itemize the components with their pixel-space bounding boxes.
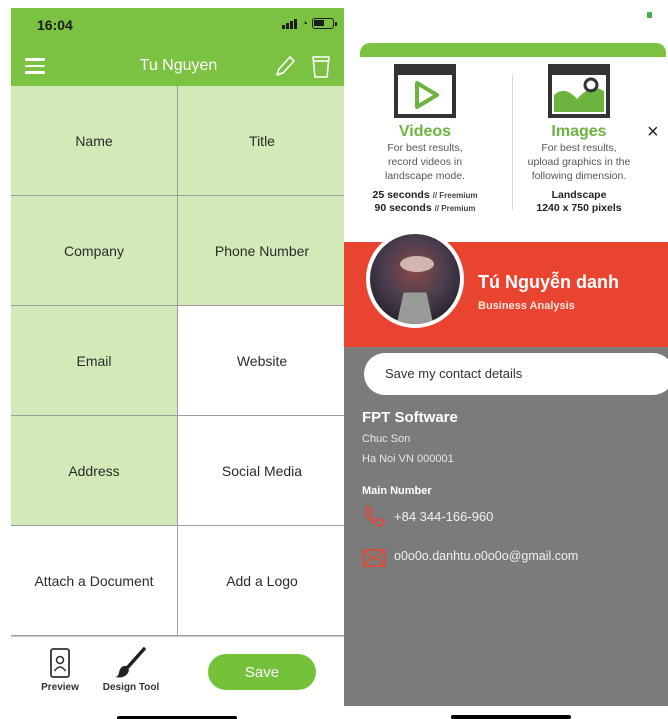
address-line-1: Chuc Son bbox=[362, 433, 411, 445]
video-play-icon bbox=[394, 64, 456, 118]
profile-name: Tú Nguyễn danh bbox=[478, 272, 619, 292]
field-attach-document[interactable]: Attach a Document bbox=[11, 526, 178, 636]
wifi-icon: ◔ bbox=[301, 17, 308, 30]
preview-button[interactable]: Preview bbox=[35, 647, 85, 693]
preview-label: Preview bbox=[41, 682, 79, 693]
address-line-2: Ha Noi VN 000001 bbox=[362, 453, 454, 465]
status-time: 16:04 bbox=[37, 17, 73, 33]
battery-icon bbox=[312, 18, 337, 29]
design-tool-label: Design Tool bbox=[102, 682, 160, 693]
videos-spec-freemium: 25 seconds // Freemium bbox=[372, 189, 478, 201]
field-grid: Name Title Company Phone Number Email We… bbox=[11, 86, 346, 636]
field-website[interactable]: Website bbox=[178, 306, 346, 416]
videos-info: Videos For best results, record videos i… bbox=[350, 63, 500, 215]
field-email[interactable]: Email bbox=[11, 306, 178, 416]
company-name: FPT Software bbox=[362, 409, 458, 426]
field-name[interactable]: Name bbox=[11, 86, 178, 196]
media-info-panel: Videos For best results, record videos i… bbox=[344, 57, 668, 243]
images-info: Images For best results, upload graphics… bbox=[504, 63, 654, 215]
avatar bbox=[366, 230, 464, 328]
paintbrush-icon bbox=[115, 647, 146, 678]
images-desc-2: upload graphics in the bbox=[527, 156, 631, 168]
status-bar: 16:04 ◔ bbox=[11, 8, 346, 46]
videos-desc-1: For best results, bbox=[387, 142, 463, 154]
field-social-media[interactable]: Social Media bbox=[178, 416, 346, 526]
images-desc-3: following dimension. bbox=[531, 170, 627, 182]
trash-icon[interactable] bbox=[310, 53, 332, 79]
field-title[interactable]: Title bbox=[178, 86, 346, 196]
app-header: Tu Nguyen bbox=[11, 46, 346, 86]
field-phone-number[interactable]: Phone Number bbox=[178, 196, 346, 306]
videos-desc-2: record videos in bbox=[387, 156, 463, 168]
card-editor-screen: 16:04 ◔ Tu Nguyen Name Title Company Pho… bbox=[11, 8, 346, 719]
design-tool-button[interactable]: Design Tool bbox=[99, 647, 163, 693]
signal-icon bbox=[282, 18, 298, 29]
card-preview-screen: Videos For best results, record videos i… bbox=[344, 0, 668, 719]
field-address[interactable]: Address bbox=[11, 416, 178, 526]
field-company[interactable]: Company bbox=[11, 196, 178, 306]
images-heading: Images bbox=[551, 123, 607, 140]
close-icon[interactable]: × bbox=[647, 121, 659, 144]
main-number-label: Main Number bbox=[362, 485, 432, 497]
save-contact-button[interactable]: Save my contact details bbox=[364, 353, 668, 395]
contact-details: Save my contact details FPT Software Chu… bbox=[344, 347, 668, 706]
field-add-logo[interactable]: Add a Logo bbox=[178, 526, 346, 636]
home-indicator bbox=[451, 715, 571, 719]
profile-header: Tú Nguyễn danh Business Analysis bbox=[344, 230, 668, 347]
mail-icon bbox=[362, 549, 386, 567]
videos-desc-3: landscape mode. bbox=[385, 170, 465, 182]
status-icons: ◔ bbox=[282, 17, 337, 30]
images-orientation: Landscape bbox=[551, 189, 607, 201]
pencil-icon[interactable] bbox=[274, 53, 296, 79]
bottom-toolbar: Preview Design Tool Save bbox=[11, 636, 346, 710]
images-dimension: 1240 x 750 pixels bbox=[536, 202, 622, 214]
email-address[interactable]: o0o0o.danhtu.o0o0o@gmail.com bbox=[394, 549, 578, 563]
preview-icon bbox=[50, 648, 70, 678]
profile-role: Business Analysis bbox=[478, 300, 575, 312]
image-icon bbox=[548, 64, 610, 118]
phone-number[interactable]: +84 344-166-960 bbox=[394, 509, 493, 524]
videos-spec-premium: 90 seconds // Premium bbox=[374, 202, 476, 214]
save-button[interactable]: Save bbox=[208, 654, 316, 690]
battery-icon bbox=[647, 12, 652, 18]
images-desc-1: For best results, bbox=[541, 142, 617, 154]
phone-icon bbox=[364, 505, 385, 527]
videos-heading: Videos bbox=[398, 123, 452, 140]
